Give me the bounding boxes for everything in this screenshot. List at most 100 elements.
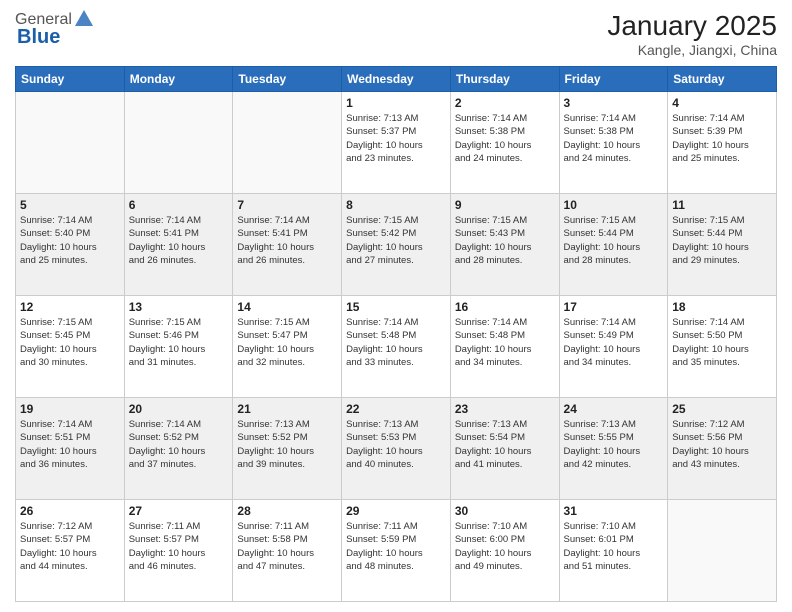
day-info: Sunrise: 7:13 AM Sunset: 5:37 PM Dayligh… <box>346 112 446 165</box>
day-number: 23 <box>455 402 555 416</box>
day-number: 3 <box>564 96 664 110</box>
day-number: 15 <box>346 300 446 314</box>
table-row: 25 Sunrise: 7:12 AM Sunset: 5:56 PM Dayli… <box>668 398 777 500</box>
table-row: 21 Sunrise: 7:13 AM Sunset: 5:52 PM Dayli… <box>233 398 342 500</box>
day-info: Sunrise: 7:15 AM Sunset: 5:42 PM Dayligh… <box>346 214 446 267</box>
table-row: 17Sunrise: 7:14 AM Sunset: 5:49 PM Dayli… <box>559 296 668 398</box>
day-number: 21 <box>237 402 337 416</box>
day-info: Sunrise: 7:15 AM Sunset: 5:44 PM Dayligh… <box>564 214 664 267</box>
table-row: 3Sunrise: 7:14 AM Sunset: 5:38 PM Daylig… <box>559 92 668 194</box>
day-info: Sunrise: 7:12 AM Sunset: 5:57 PM Dayligh… <box>20 520 120 573</box>
day-number: 9 <box>455 198 555 212</box>
day-info: Sunrise: 7:11 AM Sunset: 5:57 PM Dayligh… <box>129 520 229 573</box>
title-area: January 2025 Kangle, Jiangxi, China <box>607 10 777 58</box>
calendar-row: 26 Sunrise: 7:12 AM Sunset: 5:57 PM Dayli… <box>16 500 777 602</box>
day-info: Sunrise: 7:13 AM Sunset: 5:55 PM Dayligh… <box>564 418 664 471</box>
location: Kangle, Jiangxi, China <box>607 42 777 58</box>
day-info: Sunrise: 7:14 AM Sunset: 5:49 PM Dayligh… <box>564 316 664 369</box>
table-row: 2 Sunrise: 7:14 AM Sunset: 5:38 PM Daylig… <box>450 92 559 194</box>
table-row: 22 Sunrise: 7:13 AM Sunset: 5:53 PM Dayli… <box>342 398 451 500</box>
day-info: Sunrise: 7:15 AM Sunset: 5:47 PM Dayligh… <box>237 316 337 369</box>
day-info: Sunrise: 7:11 AM Sunset: 5:58 PM Dayligh… <box>237 520 337 573</box>
logo-blue-text: Blue <box>17 26 95 48</box>
table-row: 10 Sunrise: 7:15 AM Sunset: 5:44 PM Dayli… <box>559 194 668 296</box>
day-number: 27 <box>129 504 229 518</box>
table-row: 5 Sunrise: 7:14 AM Sunset: 5:40 PM Daylig… <box>16 194 125 296</box>
day-info: Sunrise: 7:10 AM Sunset: 6:01 PM Dayligh… <box>564 520 664 573</box>
day-number: 4 <box>672 96 772 110</box>
logo: General Blue <box>15 10 95 48</box>
table-row: 16 Sunrise: 7:14 AM Sunset: 5:48 PM Dayli… <box>450 296 559 398</box>
col-saturday: Saturday <box>668 67 777 92</box>
table-row <box>16 92 125 194</box>
day-info: Sunrise: 7:14 AM Sunset: 5:39 PM Dayligh… <box>672 112 772 165</box>
day-info: Sunrise: 7:13 AM Sunset: 5:54 PM Dayligh… <box>455 418 555 471</box>
day-info: Sunrise: 7:15 AM Sunset: 5:43 PM Dayligh… <box>455 214 555 267</box>
day-number: 24 <box>564 402 664 416</box>
day-info: Sunrise: 7:11 AM Sunset: 5:59 PM Dayligh… <box>346 520 446 573</box>
calendar-row: 12Sunrise: 7:15 AM Sunset: 5:45 PM Dayli… <box>16 296 777 398</box>
table-row: 20Sunrise: 7:14 AM Sunset: 5:52 PM Dayli… <box>124 398 233 500</box>
col-friday: Friday <box>559 67 668 92</box>
day-number: 2 <box>455 96 555 110</box>
day-number: 11 <box>672 198 772 212</box>
day-info: Sunrise: 7:14 AM Sunset: 5:48 PM Dayligh… <box>346 316 446 369</box>
day-number: 22 <box>346 402 446 416</box>
calendar-row: 5 Sunrise: 7:14 AM Sunset: 5:40 PM Daylig… <box>16 194 777 296</box>
table-row: 30 Sunrise: 7:10 AM Sunset: 6:00 PM Dayli… <box>450 500 559 602</box>
day-info: Sunrise: 7:14 AM Sunset: 5:40 PM Dayligh… <box>20 214 120 267</box>
day-number: 10 <box>564 198 664 212</box>
table-row: 31 Sunrise: 7:10 AM Sunset: 6:01 PM Dayli… <box>559 500 668 602</box>
calendar-header-row: Sunday Monday Tuesday Wednesday Thursday… <box>16 67 777 92</box>
day-info: Sunrise: 7:14 AM Sunset: 5:38 PM Dayligh… <box>455 112 555 165</box>
day-number: 28 <box>237 504 337 518</box>
day-number: 30 <box>455 504 555 518</box>
day-number: 26 <box>20 504 120 518</box>
table-row: 6 Sunrise: 7:14 AM Sunset: 5:41 PM Daylig… <box>124 194 233 296</box>
day-number: 1 <box>346 96 446 110</box>
day-number: 25 <box>672 402 772 416</box>
day-info: Sunrise: 7:14 AM Sunset: 5:41 PM Dayligh… <box>237 214 337 267</box>
col-thursday: Thursday <box>450 67 559 92</box>
table-row: 29Sunrise: 7:11 AM Sunset: 5:59 PM Dayli… <box>342 500 451 602</box>
day-info: Sunrise: 7:14 AM Sunset: 5:41 PM Dayligh… <box>129 214 229 267</box>
day-number: 31 <box>564 504 664 518</box>
day-info: Sunrise: 7:15 AM Sunset: 5:46 PM Dayligh… <box>129 316 229 369</box>
table-row: 9 Sunrise: 7:15 AM Sunset: 5:43 PM Daylig… <box>450 194 559 296</box>
table-row: 24 Sunrise: 7:13 AM Sunset: 5:55 PM Dayli… <box>559 398 668 500</box>
day-number: 20 <box>129 402 229 416</box>
day-info: Sunrise: 7:10 AM Sunset: 6:00 PM Dayligh… <box>455 520 555 573</box>
table-row: 23 Sunrise: 7:13 AM Sunset: 5:54 PM Dayli… <box>450 398 559 500</box>
day-number: 19 <box>20 402 120 416</box>
day-info: Sunrise: 7:13 AM Sunset: 5:53 PM Dayligh… <box>346 418 446 471</box>
table-row <box>233 92 342 194</box>
day-info: Sunrise: 7:15 AM Sunset: 5:44 PM Dayligh… <box>672 214 772 267</box>
table-row: 28 Sunrise: 7:11 AM Sunset: 5:58 PM Dayli… <box>233 500 342 602</box>
day-info: Sunrise: 7:12 AM Sunset: 5:56 PM Dayligh… <box>672 418 772 471</box>
table-row: 8Sunrise: 7:15 AM Sunset: 5:42 PM Daylig… <box>342 194 451 296</box>
calendar-row: 1 Sunrise: 7:13 AM Sunset: 5:37 PM Daylig… <box>16 92 777 194</box>
day-info: Sunrise: 7:14 AM Sunset: 5:48 PM Dayligh… <box>455 316 555 369</box>
table-row: 1 Sunrise: 7:13 AM Sunset: 5:37 PM Daylig… <box>342 92 451 194</box>
table-row: 19 Sunrise: 7:14 AM Sunset: 5:51 PM Dayli… <box>16 398 125 500</box>
table-row: 13 Sunrise: 7:15 AM Sunset: 5:46 PM Dayli… <box>124 296 233 398</box>
table-row: 7 Sunrise: 7:14 AM Sunset: 5:41 PM Daylig… <box>233 194 342 296</box>
day-number: 6 <box>129 198 229 212</box>
table-row: 11 Sunrise: 7:15 AM Sunset: 5:44 PM Dayli… <box>668 194 777 296</box>
month-title: January 2025 <box>607 10 777 42</box>
day-info: Sunrise: 7:13 AM Sunset: 5:52 PM Dayligh… <box>237 418 337 471</box>
day-number: 14 <box>237 300 337 314</box>
col-sunday: Sunday <box>16 67 125 92</box>
table-row: 14 Sunrise: 7:15 AM Sunset: 5:47 PM Dayli… <box>233 296 342 398</box>
col-wednesday: Wednesday <box>342 67 451 92</box>
day-number: 7 <box>237 198 337 212</box>
col-tuesday: Tuesday <box>233 67 342 92</box>
table-row: 12Sunrise: 7:15 AM Sunset: 5:45 PM Dayli… <box>16 296 125 398</box>
day-number: 5 <box>20 198 120 212</box>
day-info: Sunrise: 7:14 AM Sunset: 5:51 PM Dayligh… <box>20 418 120 471</box>
table-row <box>124 92 233 194</box>
day-number: 13 <box>129 300 229 314</box>
calendar-page: General Blue January 2025 Kangle, Jiangx… <box>0 0 792 612</box>
header: General Blue January 2025 Kangle, Jiangx… <box>15 10 777 58</box>
day-number: 16 <box>455 300 555 314</box>
